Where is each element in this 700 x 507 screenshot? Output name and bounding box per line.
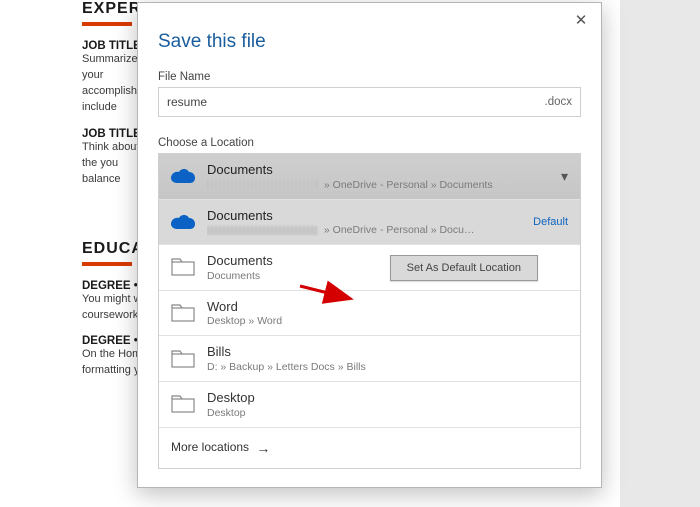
location-dropdown-header[interactable]: Documents » OneDrive - Personal » Docume… xyxy=(159,154,580,200)
bg-frag: lls in xyxy=(0,219,40,234)
location-path: Desktop xyxy=(207,407,568,419)
location-item[interactable]: Documents Documents Set As Default Locat… xyxy=(159,245,580,291)
bg-divider xyxy=(82,22,132,26)
location-name: Documents xyxy=(207,162,555,178)
close-icon[interactable]: ✕ xyxy=(571,11,591,31)
location-path: » OneDrive - Personal » Docu… xyxy=(207,224,527,236)
bg-frag: vo xyxy=(0,190,40,205)
app-background-strip xyxy=(620,0,700,507)
location-name: Word xyxy=(207,299,568,315)
bg-frag: ns xyxy=(0,250,40,265)
location-item-default[interactable]: Documents » OneDrive - Personal » Docu… … xyxy=(159,200,580,246)
location-name: Documents xyxy=(207,208,527,224)
default-badge: Default xyxy=(527,216,568,228)
location-name: Desktop xyxy=(207,390,568,406)
bg-frag: itact xyxy=(0,235,40,250)
location-item[interactable]: Bills D: » Backup » Letters Docs » Bills xyxy=(159,336,580,382)
file-name-input[interactable] xyxy=(167,95,545,109)
chevron-down-icon: ▾ xyxy=(555,168,568,185)
bg-body-text: Think about the you balance xyxy=(82,140,142,188)
location-list: Documents » OneDrive - Personal » Docume… xyxy=(158,153,581,469)
location-path: Desktop » Word xyxy=(207,315,568,327)
save-file-dialog: ✕ Save this file File Name .docx Choose … xyxy=(137,2,602,488)
location-item[interactable]: Word Desktop » Word xyxy=(159,291,580,337)
folder-icon xyxy=(171,304,199,322)
more-locations-label: More locations xyxy=(171,440,249,454)
arrow-right-icon: → xyxy=(256,440,270,456)
location-path: » OneDrive - Personal » Documents xyxy=(207,179,555,191)
file-name-row: .docx xyxy=(158,87,581,117)
set-default-button[interactable]: Set As Default Location xyxy=(390,255,538,281)
onedrive-icon xyxy=(171,167,199,185)
bg-frag: sets xyxy=(0,405,40,420)
choose-location-label: Choose a Location xyxy=(158,137,581,149)
location-name: Bills xyxy=(207,344,568,360)
file-name-label: File Name xyxy=(158,71,581,83)
folder-icon xyxy=(171,258,199,276)
location-item[interactable]: Desktop Desktop xyxy=(159,382,580,428)
dialog-title: Save this file xyxy=(158,31,581,53)
folder-icon xyxy=(171,350,199,368)
location-path: D: » Backup » Letters Docs » Bills xyxy=(207,361,568,373)
onedrive-icon xyxy=(171,213,199,231)
bg-frag: i xyxy=(0,175,40,190)
file-extension: .docx xyxy=(545,96,573,108)
bg-divider xyxy=(82,262,132,266)
bg-body-text: Summarize your accomplishments include xyxy=(82,52,142,116)
more-locations-link[interactable]: More locations → xyxy=(159,428,580,468)
folder-icon xyxy=(171,395,199,413)
